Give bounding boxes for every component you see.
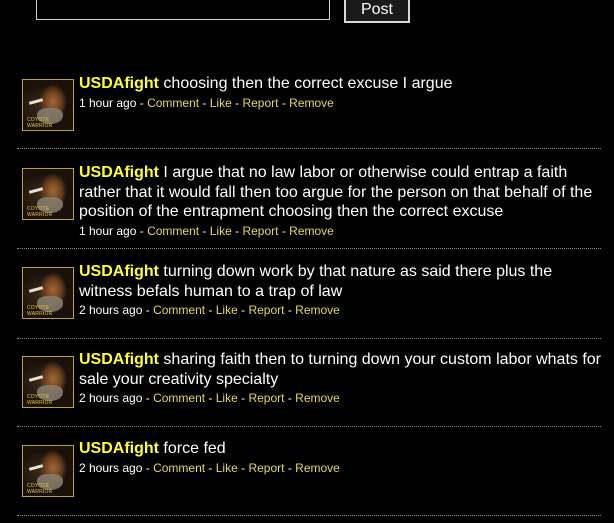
post-message: USDAfight choosing then the correct excu…: [79, 74, 601, 94]
avatar-caption: COYOTE WARRIOR: [27, 117, 53, 129]
timestamp: 2 hours ago: [79, 303, 143, 317]
like-link[interactable]: Like: [210, 224, 232, 238]
comment-link[interactable]: Comment: [147, 96, 199, 110]
comment-link[interactable]: Comment: [147, 224, 199, 238]
divider: [17, 148, 601, 149]
remove-link[interactable]: Remove: [295, 303, 340, 317]
post-composer: Post: [0, 0, 614, 24]
avatar[interactable]: COYOTE WARRIOR: [22, 79, 74, 131]
avatar-caption: COYOTE WARRIOR: [27, 394, 53, 406]
username-link[interactable]: USDAfight: [79, 440, 159, 457]
post-button[interactable]: Post: [344, 0, 410, 23]
report-link[interactable]: Report: [242, 96, 278, 110]
comment-link[interactable]: Comment: [153, 303, 205, 317]
comment-link[interactable]: Comment: [153, 391, 205, 405]
post-meta: 1 hour ago - Comment - Like - Report - R…: [79, 223, 334, 238]
post-message: USDAfight sharing faith then to turning …: [79, 350, 601, 389]
report-link[interactable]: Report: [248, 391, 284, 405]
like-link[interactable]: Like: [216, 303, 238, 317]
timestamp: 1 hour ago: [79, 95, 137, 110]
divider: [17, 515, 601, 516]
like-link[interactable]: Like: [216, 461, 238, 475]
post-meta: 2 hours ago - Comment - Like - Report - …: [79, 460, 340, 475]
username-link[interactable]: USDAfight: [79, 263, 159, 280]
username-link[interactable]: USDAfight: [79, 75, 159, 92]
avatar[interactable]: COYOTE WARRIOR: [22, 267, 74, 319]
remove-link[interactable]: Remove: [295, 461, 340, 475]
avatar-caption: COYOTE WARRIOR: [27, 206, 53, 218]
divider: [17, 338, 601, 339]
post-meta: 2 hours ago - Comment - Like - Report - …: [79, 303, 340, 317]
avatar[interactable]: COYOTE WARRIOR: [22, 356, 74, 408]
divider: [17, 248, 601, 249]
post-message: USDAfight turning down work by that natu…: [79, 262, 601, 301]
timestamp: 2 hours ago: [79, 460, 143, 475]
username-link[interactable]: USDAfight: [79, 351, 159, 368]
post-text: force fed: [158, 440, 226, 457]
username-link[interactable]: USDAfight: [79, 164, 159, 181]
avatar[interactable]: COYOTE WARRIOR: [22, 445, 74, 497]
remove-link[interactable]: Remove: [295, 391, 340, 405]
like-link[interactable]: Like: [210, 96, 232, 110]
post-meta: 1 hour ago - Comment - Like - Report - R…: [79, 95, 334, 110]
report-link[interactable]: Report: [242, 224, 278, 238]
report-link[interactable]: Report: [248, 303, 284, 317]
avatar-caption: COYOTE WARRIOR: [27, 483, 53, 495]
divider: [17, 426, 601, 427]
like-link[interactable]: Like: [216, 391, 238, 405]
avatar-caption: COYOTE WARRIOR: [27, 305, 53, 317]
remove-link[interactable]: Remove: [289, 96, 334, 110]
timestamp: 1 hour ago: [79, 223, 137, 238]
post-text: choosing then the correct excuse I argue: [158, 75, 453, 92]
post-message: USDAfight force fed: [79, 439, 601, 459]
comment-link[interactable]: Comment: [153, 461, 205, 475]
post-input[interactable]: [36, 0, 330, 20]
timestamp: 2 hours ago: [79, 391, 143, 405]
avatar[interactable]: COYOTE WARRIOR: [22, 168, 74, 220]
post-meta: 2 hours ago - Comment - Like - Report - …: [79, 391, 340, 405]
report-link[interactable]: Report: [248, 461, 284, 475]
remove-link[interactable]: Remove: [289, 224, 334, 238]
post-message: USDAfight I argue that no law labor or o…: [79, 163, 601, 222]
